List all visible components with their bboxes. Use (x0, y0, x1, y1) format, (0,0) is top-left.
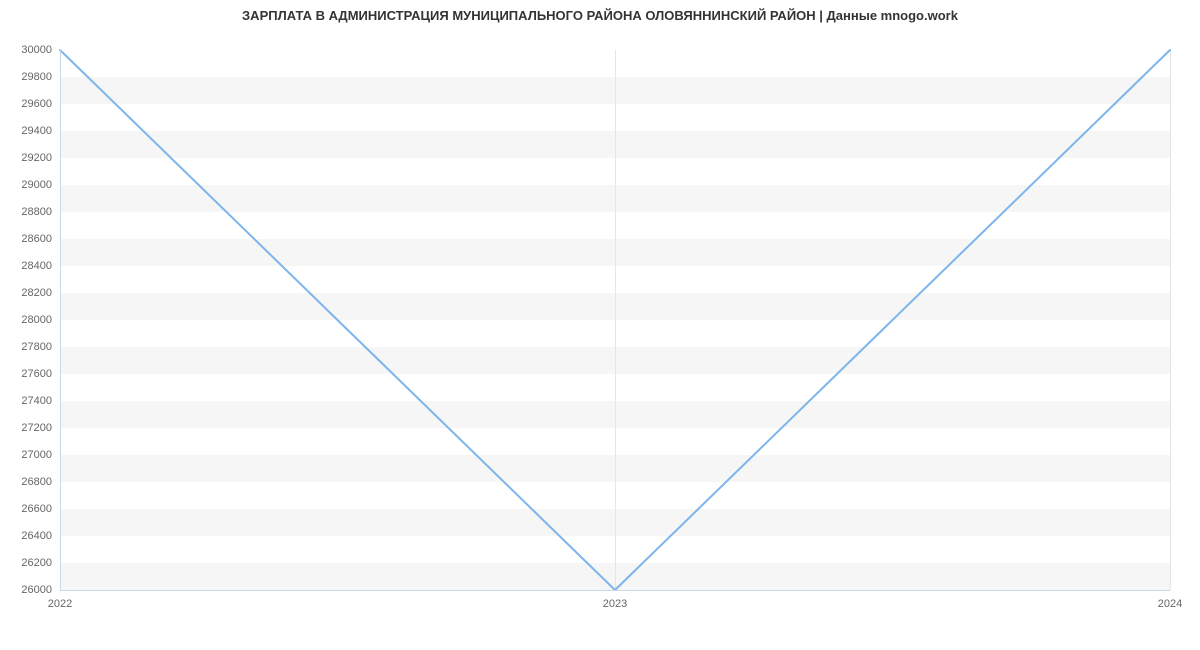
y-tick-label: 26800 (21, 476, 52, 488)
y-tick-label: 28200 (21, 287, 52, 299)
y-tick-label: 28600 (21, 233, 52, 245)
y-tick-label: 26400 (21, 530, 52, 542)
x-tick-label: 2023 (603, 598, 627, 610)
y-tick-label: 29800 (21, 71, 52, 83)
x-tick-label: 2024 (1158, 598, 1182, 610)
y-axis-line (60, 50, 61, 590)
chart-container: ЗАРПЛАТА В АДМИНИСТРАЦИЯ МУНИЦИПАЛЬНОГО … (0, 0, 1200, 650)
y-tick-label: 28400 (21, 260, 52, 272)
y-tick-label: 28800 (21, 206, 52, 218)
y-tick-label: 26200 (21, 557, 52, 569)
chart-title: ЗАРПЛАТА В АДМИНИСТРАЦИЯ МУНИЦИПАЛЬНОГО … (0, 8, 1200, 23)
y-tick-label: 27600 (21, 368, 52, 380)
x-axis-line (60, 590, 1170, 591)
y-tick-label: 27200 (21, 422, 52, 434)
x-tick-label: 2022 (48, 598, 72, 610)
y-tick-label: 29200 (21, 152, 52, 164)
plot-area: 2600026200264002660026800270002720027400… (60, 50, 1170, 590)
y-tick-label: 28000 (21, 314, 52, 326)
y-tick-label: 29600 (21, 98, 52, 110)
y-tick-label: 30000 (21, 44, 52, 56)
x-gridline (1170, 50, 1171, 590)
line-series (60, 50, 1170, 590)
y-tick-label: 27400 (21, 395, 52, 407)
y-tick-label: 29400 (21, 125, 52, 137)
y-tick-label: 27800 (21, 341, 52, 353)
y-tick-label: 27000 (21, 449, 52, 461)
y-tick-label: 26600 (21, 503, 52, 515)
y-tick-label: 26000 (21, 584, 52, 596)
y-tick-label: 29000 (21, 179, 52, 191)
